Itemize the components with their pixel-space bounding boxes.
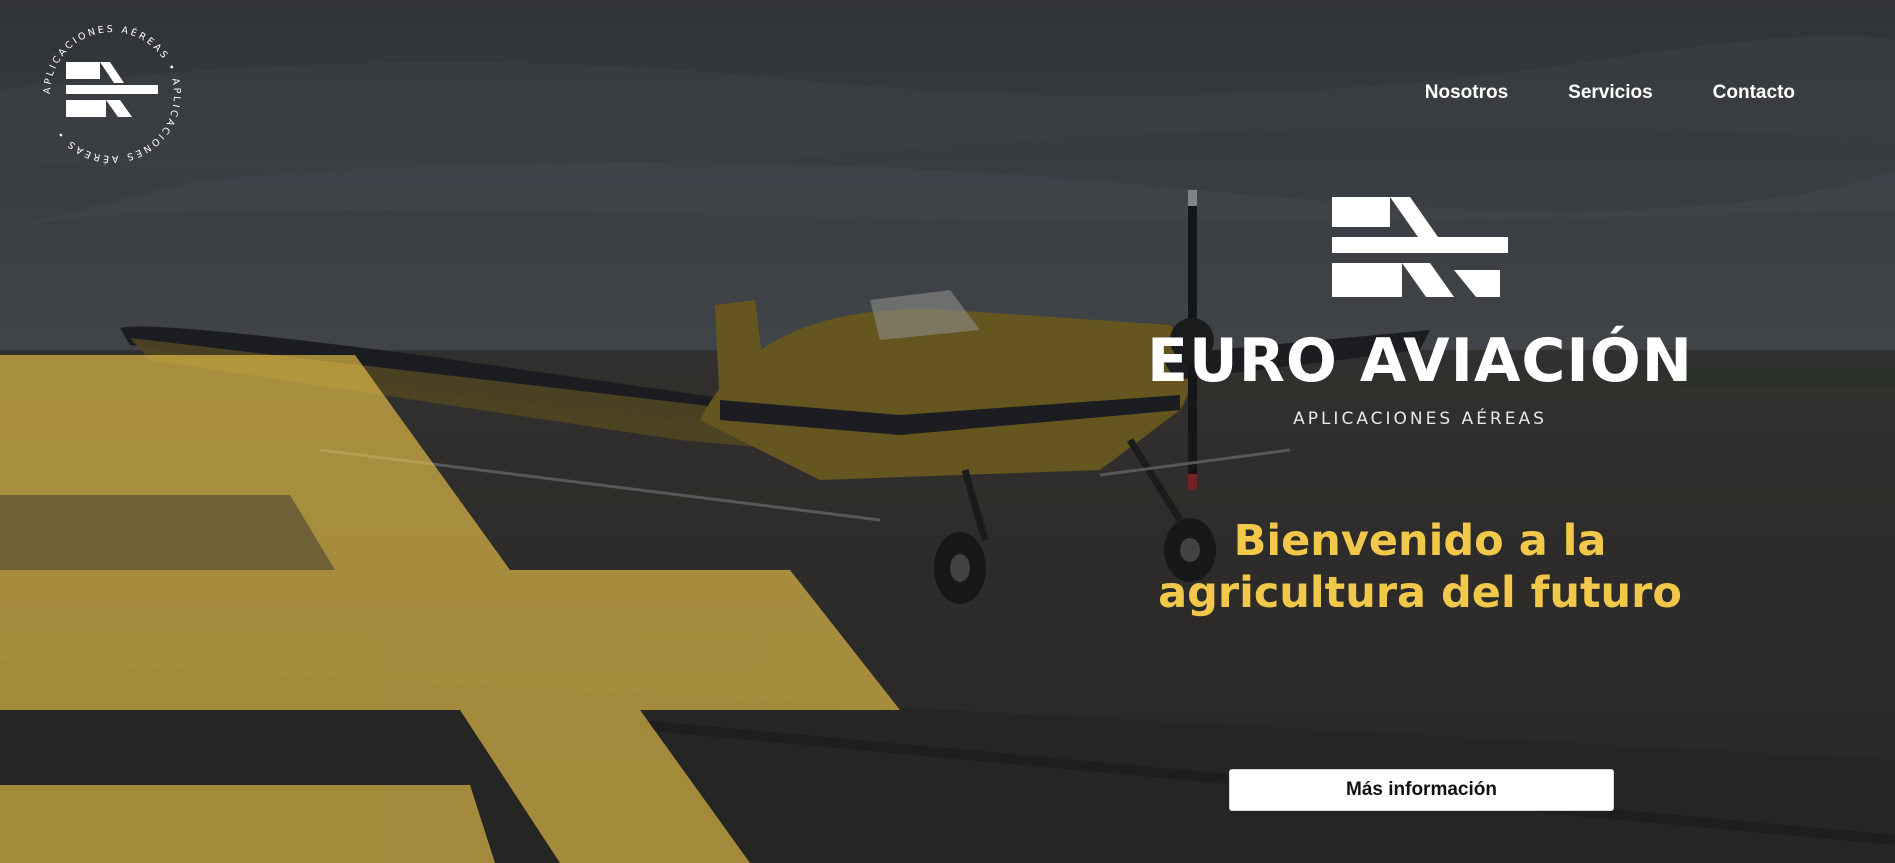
brand-name: EURO AVIACIÓN [1147,326,1693,396]
hero-section: APLICACIONES AÉREAS • APLICACIONES AÉREA… [0,0,1895,863]
nav-link-contacto[interactable]: Contacto [1713,82,1795,104]
nav-link-nosotros[interactable]: Nosotros [1425,82,1508,104]
hero-background-image [0,0,1895,863]
svg-text:APLICACIONES AÉREAS • APLICACI: APLICACIONES AÉREAS • APLICACIONES AÉREA… [42,24,182,165]
site-logo-badge[interactable]: APLICACIONES AÉREAS • APLICACIONES AÉREA… [36,18,188,170]
brand-logo-mark [1332,197,1508,297]
brand-tagline: APLICACIONES AÉREAS [1293,409,1547,429]
brand-block: EURO AVIACIÓN APLICACIONES AÉREAS [1145,195,1695,429]
main-navigation: Nosotros Servicios Contacto [1425,82,1795,104]
nav-link-servicios[interactable]: Servicios [1568,82,1653,104]
more-info-button[interactable]: Más información [1229,769,1614,811]
hero-headline-line-1: Bienvenido a la [1233,516,1607,566]
hero-headline: Bienvenido a la agricultura del futuro [1145,515,1695,619]
hero-headline-line-2: agricultura del futuro [1158,568,1682,618]
